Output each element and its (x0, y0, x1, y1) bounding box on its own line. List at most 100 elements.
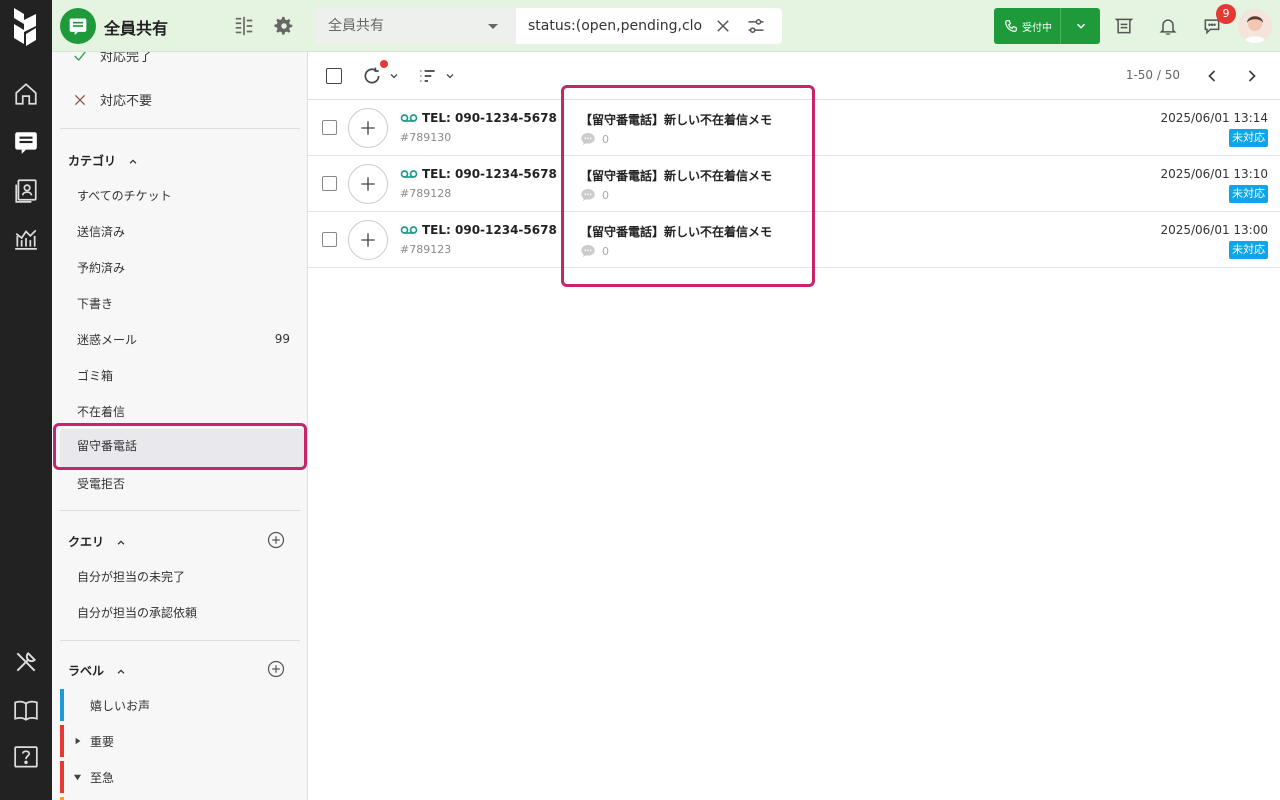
plus-icon (361, 233, 375, 247)
sidebar-item-label: 予約済み (77, 260, 126, 275)
sidebar-item-spam[interactable]: 迷惑メール 99 (52, 321, 307, 357)
sidebar-item-done[interactable]: 対応完了 (72, 52, 152, 65)
sidebar-label-happy-voice[interactable]: 嬉しいお声 (52, 687, 307, 723)
tickets-icon[interactable] (12, 128, 40, 156)
sidebar-item-label: 迷惑メール (77, 332, 138, 347)
search-input[interactable]: status:(open,pending,clo (528, 8, 708, 44)
ticket-date: 2025/06/01 13:14 (1160, 111, 1268, 125)
assign-button[interactable] (348, 220, 388, 260)
spam-count: 99 (274, 332, 290, 346)
sidebar-item-label: 留守番電話 (77, 438, 138, 453)
sidebar-item-drafts[interactable]: 下書き (52, 285, 307, 321)
ticket-from-text: TEL: 090-1234-5678 (422, 223, 557, 237)
chevron-right-icon[interactable] (1242, 66, 1262, 86)
sidebar-item-label: 下書き (77, 296, 114, 311)
add-label-icon[interactable] (267, 660, 285, 678)
section-title: カテゴリ (68, 154, 117, 168)
ticket-date: 2025/06/01 13:10 (1160, 167, 1268, 181)
reception-status-toggle[interactable]: 受付中 (994, 8, 1060, 44)
sidebar-item-label: 送信済み (77, 224, 126, 239)
sidebar-item-scheduled[interactable]: 予約済み (52, 249, 307, 285)
sort-button[interactable] (418, 66, 456, 86)
ticket-id: #789130 (400, 131, 452, 144)
ticket-from: TEL: 090-1234-5678 (400, 111, 557, 125)
plus-icon (361, 121, 375, 135)
ticket-from-text: TEL: 090-1234-5678 (422, 167, 557, 181)
highlight-subject-column (561, 85, 815, 287)
notification-badge: 9 (1216, 4, 1236, 24)
contacts-icon[interactable] (12, 176, 40, 204)
app-logo-icon[interactable] (12, 6, 40, 46)
help-icon[interactable] (12, 744, 40, 772)
sidebar-item-label: 重要 (90, 734, 115, 749)
ticket-id: #789123 (400, 243, 452, 256)
row-checkbox[interactable] (322, 120, 337, 135)
sidebar-item-not-needed[interactable]: 対応不要 (72, 90, 152, 109)
home-icon[interactable] (12, 80, 40, 108)
search-scope-select[interactable]: 全員共有 (316, 8, 516, 44)
sidebar-item-my-open[interactable]: 自分が担当の未完了 (52, 558, 307, 594)
chevron-left-icon[interactable] (1202, 66, 1222, 86)
reception-status-label: 受付中 (1022, 22, 1052, 34)
sidebar-item-rejected-calls[interactable]: 受電拒否 (52, 465, 307, 501)
status-badge: 未対応 (1229, 129, 1268, 147)
sidebar-item-all-tickets[interactable]: すべてのチケット (52, 177, 307, 213)
update-dot (380, 60, 388, 68)
row-checkbox[interactable] (322, 232, 337, 247)
filter-settings-icon[interactable] (746, 16, 766, 36)
sidebar-item-label: 至急 (90, 770, 115, 785)
sidebar-item-label: 自分が担当の未完了 (77, 569, 186, 584)
sidebar-item-label: 嬉しいお声 (90, 698, 151, 713)
analytics-icon[interactable] (12, 224, 40, 252)
reception-status-dropdown[interactable] (1060, 8, 1100, 44)
sidebar-item-label: すべてのチケット (77, 188, 172, 203)
chevron-down-icon (390, 74, 398, 79)
chevron-down-icon (488, 24, 498, 29)
divider (60, 640, 300, 641)
sidebar-item-sent[interactable]: 送信済み (52, 213, 307, 249)
sidebar-item-trash[interactable]: ゴミ箱 (52, 357, 307, 393)
assign-button[interactable] (348, 164, 388, 204)
reception-status-button: 受付中 (994, 8, 1100, 44)
refresh-button[interactable] (362, 60, 400, 86)
layout-icon[interactable] (232, 14, 256, 38)
chevron-up-icon (129, 158, 137, 164)
refresh-icon (364, 67, 380, 84)
section-title: クエリ (68, 535, 105, 549)
caret-right-icon[interactable] (74, 737, 82, 745)
inbox-title[interactable]: 全員共有 (104, 15, 168, 39)
ticket-id: #789128 (400, 187, 452, 200)
check-icon (74, 52, 86, 61)
tools-icon[interactable] (12, 648, 40, 676)
search-scope-label: 全員共有 (328, 18, 384, 34)
bell-icon[interactable] (1156, 14, 1180, 38)
status-badge: 未対応 (1229, 185, 1268, 203)
top-header: 全員共有 全員共有 status:(open,pending,clo 受付中 9 (52, 0, 1280, 52)
chevron-down-icon (1076, 23, 1085, 29)
ticket-from-text: TEL: 090-1234-5678 (422, 111, 557, 125)
voicemail-icon (400, 114, 418, 122)
book-icon[interactable] (12, 696, 40, 724)
caret-down-icon[interactable] (73, 773, 82, 782)
assign-button[interactable] (348, 108, 388, 148)
sidebar-item-my-approvals[interactable]: 自分が担当の承認依頼 (52, 594, 307, 630)
app-rail (0, 0, 52, 800)
sidebar-label-urgent[interactable]: 至急 (52, 759, 307, 795)
close-icon[interactable] (714, 17, 732, 35)
inbox-icon[interactable] (60, 8, 96, 44)
label-section-header[interactable]: ラベル (68, 662, 126, 679)
ticket-from: TEL: 090-1234-5678 (400, 223, 557, 237)
avatar[interactable] (1238, 9, 1272, 43)
add-query-icon[interactable] (267, 531, 285, 549)
divider (60, 510, 300, 511)
search-bar: 全員共有 status:(open,pending,clo (316, 8, 782, 44)
approval-icon[interactable] (1112, 14, 1136, 38)
category-section-header[interactable]: カテゴリ (68, 152, 138, 169)
sidebar-label-important[interactable]: 重要 (52, 723, 307, 759)
row-checkbox[interactable] (322, 176, 337, 191)
query-section-header[interactable]: クエリ (68, 533, 126, 550)
sidebar-item-label: 不在着信 (77, 404, 126, 419)
ticket-date: 2025/06/01 13:00 (1160, 223, 1268, 237)
gear-icon[interactable] (272, 14, 296, 38)
select-all-checkbox[interactable] (326, 68, 342, 84)
